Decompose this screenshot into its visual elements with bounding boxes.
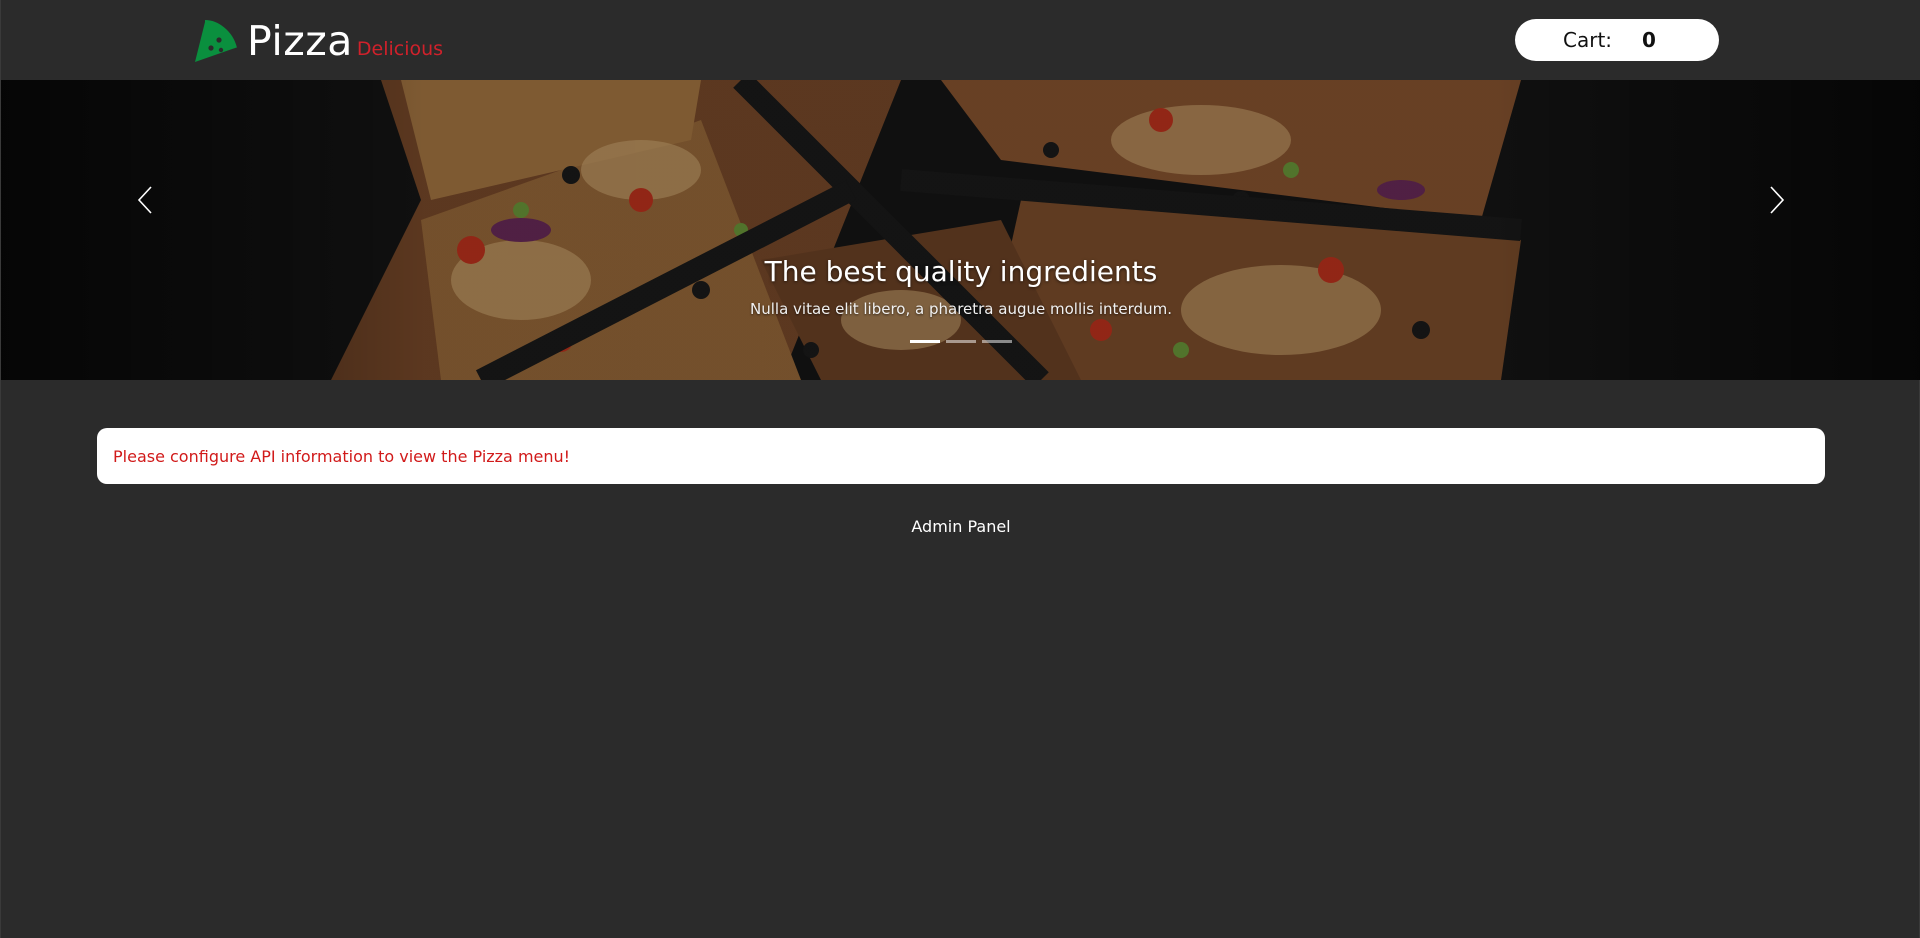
header: Pizza Delicious Cart: 0 bbox=[1, 0, 1920, 80]
brand-name: Pizza bbox=[247, 17, 353, 65]
carousel-indicator-2[interactable] bbox=[946, 340, 976, 343]
cart-count: 0 bbox=[1642, 28, 1656, 52]
page: Pizza Delicious Cart: 0 The best quality… bbox=[0, 0, 1920, 938]
pizza-slice-icon bbox=[195, 20, 237, 62]
brand-tagline: Delicious bbox=[356, 38, 444, 60]
alert-message: Please configure API information to view… bbox=[113, 446, 571, 466]
chevron-right-icon bbox=[1770, 186, 1785, 214]
cart-label: Cart: bbox=[1563, 28, 1613, 52]
admin-panel-link[interactable]: Admin Panel bbox=[911, 517, 1010, 536]
cart-button[interactable]: Cart: 0 bbox=[1515, 19, 1719, 61]
api-config-alert: Please configure API information to view… bbox=[97, 428, 1825, 484]
carousel-indicators bbox=[1, 340, 1920, 343]
hero-carousel: The best quality ingredients Nulla vitae… bbox=[1, 80, 1920, 380]
carousel-title: The best quality ingredients bbox=[764, 255, 1158, 288]
carousel-prev-button[interactable] bbox=[115, 175, 175, 225]
brand-logo-link[interactable]: Pizza Delicious bbox=[191, 12, 443, 68]
carousel-overlay bbox=[1, 80, 1920, 380]
carousel-caption: The best quality ingredients Nulla vitae… bbox=[1, 255, 1920, 318]
carousel-indicator-3[interactable] bbox=[982, 340, 1012, 343]
carousel-next-button[interactable] bbox=[1747, 175, 1807, 225]
carousel-text: Nulla vitae elit libero, a pharetra augu… bbox=[750, 300, 1172, 318]
carousel-indicator-1[interactable] bbox=[910, 340, 940, 343]
footer: Admin Panel bbox=[1, 517, 1920, 536]
chevron-left-icon bbox=[137, 186, 152, 214]
